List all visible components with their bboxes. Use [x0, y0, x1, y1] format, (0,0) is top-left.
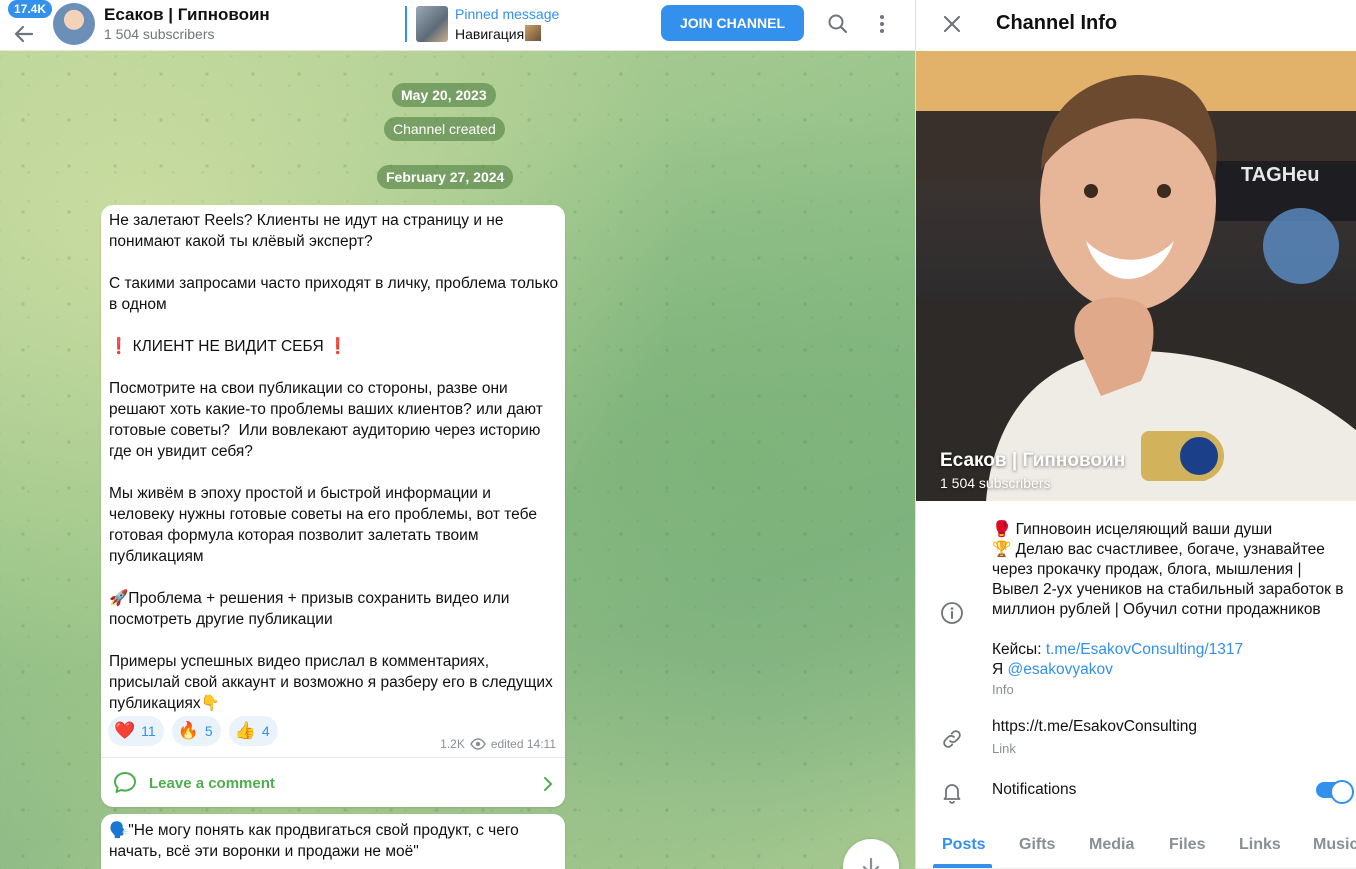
channel-avatar[interactable]: [53, 3, 95, 45]
bell-icon: [943, 784, 961, 804]
edited-time: edited 14:11: [490, 737, 556, 751]
scroll-down-button[interactable]: [843, 839, 899, 869]
author-link[interactable]: @esakovyakov: [1008, 661, 1113, 678]
panel-title: Channel Info: [996, 12, 1118, 34]
cases-link[interactable]: t.me/EsakovConsulting/1317: [1046, 641, 1243, 658]
close-button[interactable]: [940, 12, 964, 36]
chat-background: May 20, 2023 Channel created February 27…: [0, 51, 915, 869]
tab-links[interactable]: Links: [1239, 836, 1281, 854]
channel-title[interactable]: Есаков | Гипновоин: [104, 5, 270, 25]
reaction-count: 11: [141, 723, 156, 739]
pinned-text: Навигация: [455, 25, 542, 42]
reactions: ❤️ 11 🔥 5 👍 4: [108, 716, 278, 746]
subscriber-count: 1 504 subscribers: [104, 26, 215, 42]
more-vertical-icon: [880, 15, 884, 33]
pinned-thumb-emoji: [525, 25, 542, 41]
comment-icon: [114, 772, 136, 793]
pinned-label: Pinned message: [455, 6, 560, 22]
link-caption: Link: [992, 741, 1016, 756]
reaction-thumbs-up[interactable]: 👍 4: [228, 716, 278, 746]
channel-name-overlay: Есаков | Гипновоин: [940, 450, 1126, 471]
post-meta: 1.2K edited 14:11: [440, 737, 556, 751]
join-channel-button[interactable]: JOIN CHANNEL: [661, 5, 804, 41]
pinned-thumbnail: [416, 6, 448, 42]
cases-label: Кейсы:: [992, 641, 1046, 658]
thumbs-up-icon: 👍: [234, 721, 256, 740]
arrow-left-icon: [14, 25, 34, 43]
reaction-count: 4: [261, 723, 270, 739]
reaction-heart[interactable]: ❤️ 11: [108, 716, 164, 746]
channel-photo[interactable]: TAGHeu Есаков | Гипновоин 1 504 subscrib…: [916, 51, 1356, 501]
search-button[interactable]: [826, 12, 850, 36]
leave-comment-button[interactable]: Leave a comment: [101, 757, 565, 807]
comment-label: Leave a comment: [149, 775, 275, 792]
chevron-right-icon: [544, 777, 552, 791]
me-label: Я: [992, 661, 1008, 678]
pinned-message[interactable]: Pinned message Навигация: [405, 6, 559, 42]
tab-gifts[interactable]: Gifts: [1019, 836, 1055, 854]
reaction-fire[interactable]: 🔥 5: [171, 716, 221, 746]
info-caption: Info: [992, 682, 1014, 697]
reaction-count: 5: [204, 723, 213, 739]
info-icon: [941, 602, 963, 624]
channel-post[interactable]: 🗣️"Не могу понять как продвигаться свой …: [101, 814, 565, 869]
arrow-down-icon: [862, 857, 880, 869]
subscriber-count-overlay: 1 504 subscribers: [940, 475, 1051, 491]
date-pill: May 20, 2023: [392, 83, 496, 107]
tab-posts[interactable]: Posts: [942, 836, 986, 854]
post-text: 🗣️"Не могу понять как продвигаться свой …: [109, 822, 524, 860]
notifications-label: Notifications: [992, 781, 1077, 798]
view-count: 1.2K: [440, 737, 465, 751]
close-icon: [943, 15, 961, 33]
date-pill: February 27, 2024: [377, 165, 514, 189]
unread-badge: 17.4K: [8, 0, 53, 18]
svg-text:TAGHeu: TAGHeu: [1241, 164, 1320, 186]
channel-link[interactable]: https://t.me/EsakovConsulting: [992, 718, 1197, 736]
heart-icon: ❤️: [114, 721, 136, 740]
service-message: Channel created: [384, 117, 505, 141]
tab-media[interactable]: Media: [1089, 836, 1134, 854]
post-text: Не залетают Reels? Клиенты не идут на ст…: [109, 212, 559, 712]
media-tabs: Posts Gifts Media Files Links Music: [916, 822, 1356, 869]
panel-header: Channel Info: [916, 0, 1356, 51]
active-tab-indicator: [933, 864, 992, 868]
tab-music[interactable]: Music: [1313, 836, 1356, 854]
tab-files[interactable]: Files: [1169, 836, 1205, 854]
search-icon: [828, 14, 848, 34]
chat-header: 17.4K Есаков | Гипновоин 1 504 subscribe…: [0, 0, 915, 51]
link-icon: [943, 730, 961, 748]
notifications-toggle[interactable]: [1316, 780, 1354, 804]
channel-info-panel: Channel Info TAGHeu Есаков | Гипновоин 1…: [915, 0, 1356, 869]
channel-description: 🥊 Гипновоин исцеляющий ваши души 🏆 Делаю…: [992, 521, 1344, 697]
fire-icon: 🔥: [177, 721, 199, 740]
more-menu-button[interactable]: [870, 12, 894, 36]
profile-photo-icon: TAGHeu: [916, 51, 1356, 501]
eye-icon: [470, 738, 486, 750]
channel-post[interactable]: Не залетают Reels? Клиенты не идут на ст…: [101, 205, 565, 807]
